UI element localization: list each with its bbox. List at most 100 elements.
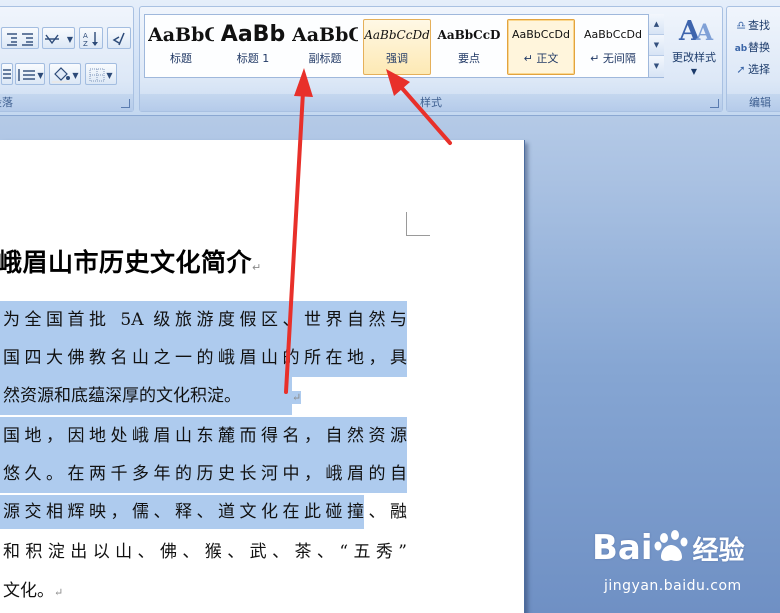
style-name: ↵ 正文 (523, 52, 559, 65)
gallery-more-button[interactable]: ▼ (649, 56, 664, 77)
style-no-spacing[interactable]: AaBbCcDd ↵ 无间隔 (579, 19, 647, 75)
chevron-down-icon: ▼ (653, 41, 660, 49)
gallery-scroll: ▲ ▼ ▼ (648, 14, 664, 78)
margin-corner-mark (406, 212, 430, 236)
sort-icon: AZ (83, 31, 98, 47)
paragraph-mark: ↵ (252, 261, 262, 274)
text-line[interactable]: 悠久。在两千多年的历史长河中，峨眉的自 (0, 455, 407, 493)
text-line-content: 然资源和底蕴深厚的文化积淀。 (0, 377, 292, 415)
text-line-content: 和积淀出以山、佛、猴、武、茶、“五秀” (3, 542, 407, 562)
style-name: ↵ 无间隔 (590, 52, 636, 65)
text-direction-icon (44, 34, 59, 44)
paragraph-group-label-text: 段落 (0, 96, 13, 109)
more-icon: ▼ (653, 62, 660, 70)
chevron-up-icon: ▲ (653, 20, 660, 28)
style-strong[interactable]: AaBbCcD 要点 (435, 19, 503, 75)
change-styles-button[interactable]: AA 更改样式 ▼ (668, 14, 720, 84)
text-line-content: 国四大佛教名山之一的峨眉山的所在地，具 (3, 348, 407, 368)
paragraph-dialog-launcher[interactable] (121, 99, 130, 108)
justify-icon (3, 68, 11, 79)
document-title[interactable]: 峨眉山市历史文化简介↵ (0, 243, 262, 279)
document-title-text: 峨眉山市历史文化简介 (0, 248, 253, 277)
styles-dialog-launcher[interactable] (710, 99, 719, 108)
text-line[interactable]: 和积淀出以山、佛、猴、武、茶、“五秀” (0, 533, 407, 571)
decrease-indent-button[interactable] (1, 27, 39, 49)
replace-button[interactable]: ab替换 (734, 40, 770, 56)
text-line-content: 为全国首批 5A 级旅游度假区、世界自然与 (3, 310, 407, 330)
line-spacing-button[interactable]: ▼ (15, 63, 45, 85)
style-name: 强调 (386, 52, 408, 65)
style-name: 副标题 (308, 52, 342, 65)
style-sample: AaBbC (292, 24, 358, 46)
style-name: 标题 (170, 52, 192, 65)
gallery-scroll-down-button[interactable]: ▼ (649, 35, 664, 56)
editing-group-label: 编辑 (727, 94, 780, 111)
paragraph-mark-icon (112, 32, 125, 45)
text-line-content: 源交相辉映，儒、释、道文化在此碰撞、融 (3, 502, 407, 522)
chevron-down-icon: ▼ (106, 71, 113, 80)
style-heading-1[interactable]: AaBb 标题 1 (219, 19, 287, 75)
decrease-indent-icon (7, 32, 33, 46)
binoculars-icon: ♎ (736, 19, 746, 32)
editing-group-label-text: 编辑 (749, 96, 771, 109)
baidu-logo: Bai 经验 (592, 528, 745, 568)
style-sample: AaBbCcDd (512, 28, 570, 41)
text-line[interactable]: 为全国首批 5A 级旅游度假区、世界自然与 (0, 301, 407, 339)
find-label: 查找 (748, 19, 770, 32)
style-sample: AaBbC (148, 24, 214, 46)
borders-button[interactable]: ▼ (85, 63, 117, 85)
svg-text:Z: Z (83, 40, 88, 47)
chevron-down-icon: ▼ (690, 67, 698, 76)
text-line[interactable]: 国四大佛教名山之一的峨眉山的所在地，具 (0, 339, 407, 377)
svg-text:A: A (83, 32, 88, 40)
text-line-content: 悠久。在两千多年的历史长河中，峨眉的自 (3, 464, 407, 484)
chevron-down-icon: ▼ (37, 71, 44, 80)
justify-button[interactable] (1, 63, 13, 85)
style-gallery: AaBbC 标题 AaBb 标题 1 AaBbC 副标题 AaBbCcDd 强调… (144, 14, 664, 78)
style-sample: AaBbCcDd (584, 28, 642, 41)
replace-label: 替换 (748, 41, 770, 54)
text-line-content: 文化。 (3, 581, 54, 601)
paragraph-mark: ↵ (54, 586, 64, 599)
text-line[interactable]: 文化。↵ (0, 572, 63, 610)
chevron-down-icon: ▼ (72, 71, 79, 80)
text-line[interactable]: 国地，因地处峨眉山东麓而得名，自然资源 (0, 417, 407, 455)
change-styles-icon: AA (678, 16, 713, 47)
style-emphasis[interactable]: AaBbCcDd 强调 (363, 19, 431, 75)
style-name: 要点 (458, 52, 480, 65)
select-button[interactable]: ➚ 选择 (734, 62, 770, 78)
change-styles-label: 更改样式 (672, 51, 716, 64)
text-line[interactable]: 然资源和底蕴深厚的文化积淀。 ↵ (0, 377, 315, 415)
find-button[interactable]: ♎ 查找 (734, 18, 770, 34)
line-spacing-icon (18, 68, 36, 81)
show-marks-button[interactable] (107, 27, 131, 49)
replace-icon: ab (734, 44, 748, 54)
logo-text: Bai (592, 528, 653, 568)
style-sample: AaBbCcD (437, 28, 501, 42)
style-title[interactable]: AaBbC 标题 (147, 19, 215, 75)
paragraph-group: ▼ AZ ▼ ▼ ▼ 段落 (0, 6, 134, 112)
paw-icon (654, 530, 688, 561)
styles-group-label: 样式 (140, 94, 722, 111)
watermark-url: jingyan.baidu.com (604, 578, 742, 594)
paragraph-mark: ↵ (292, 391, 302, 404)
text-line[interactable]: 源交相辉映，儒、释、道文化在此碰撞、融 (0, 493, 407, 531)
cursor-arrow-icon: ➚ (736, 63, 746, 76)
style-subtitle[interactable]: AaBbC 副标题 (291, 19, 359, 75)
style-sample: AaBbCcDd (364, 28, 430, 42)
logo-suffix: 经验 (692, 536, 745, 566)
gallery-scroll-up-button[interactable]: ▲ (649, 14, 664, 35)
style-normal[interactable]: AaBbCcDd ↵ 正文 (507, 19, 575, 75)
style-name: 标题 1 (236, 52, 270, 65)
sort-button[interactable]: AZ (79, 27, 103, 49)
baidu-jingyan-watermark: Bai 经验 jingyan.baidu.com (592, 528, 772, 608)
paint-bucket-icon (52, 66, 71, 83)
text-direction-button[interactable]: ▼ (42, 27, 75, 49)
paragraph-group-label: 段落 (0, 94, 133, 111)
chevron-down-icon: ▼ (66, 35, 74, 44)
border-grid-icon (89, 68, 105, 81)
select-label: 选择 (748, 63, 770, 76)
style-sample: AaBb (220, 22, 286, 47)
shading-button[interactable]: ▼ (49, 63, 81, 85)
ribbon: ▼ AZ ▼ ▼ ▼ 段落 样式 AaBbC 标题 AaB (0, 0, 780, 116)
